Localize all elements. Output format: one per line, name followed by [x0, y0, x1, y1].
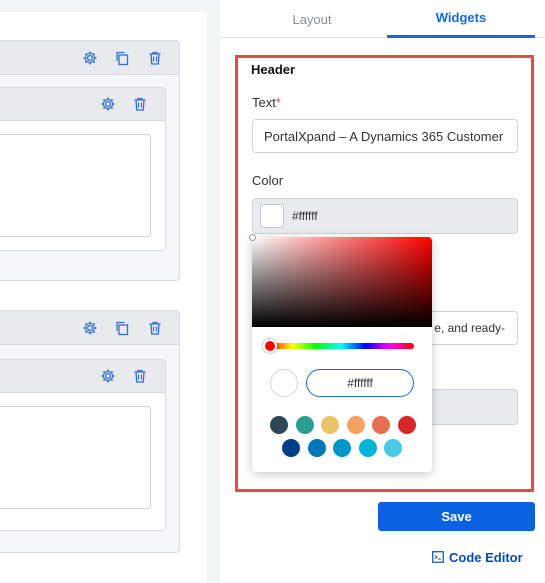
code-editor-label: Code Editor — [449, 549, 523, 565]
required-mark: * — [275, 95, 281, 110]
save-button[interactable]: Save — [378, 502, 535, 531]
preset-swatch[interactable] — [397, 416, 416, 434]
text-field-label: Text* — [252, 95, 281, 110]
section-title: Header — [251, 62, 296, 77]
preset-swatch[interactable] — [282, 439, 300, 457]
widget-card-header — [0, 88, 165, 121]
delete-icon[interactable] — [146, 319, 164, 337]
section-card-header — [0, 41, 179, 75]
preset-swatch[interactable] — [270, 416, 288, 434]
color-hex-value: #ffffff — [292, 209, 318, 223]
preset-swatch[interactable] — [346, 416, 365, 434]
saturation-handle[interactable] — [249, 234, 256, 241]
code-editor-icon — [432, 551, 444, 563]
properties-panel: Layout Widgets Header Text* PortalXpand … — [220, 0, 545, 583]
layout-canvas — [0, 12, 207, 583]
section-card — [0, 40, 180, 281]
delete-icon[interactable] — [131, 95, 149, 113]
delete-icon[interactable] — [146, 49, 164, 67]
widget-card-header — [0, 360, 165, 393]
settings-icon[interactable] — [81, 49, 99, 67]
hex-input[interactable]: #ffffff — [306, 369, 414, 397]
widget-content-area[interactable] — [0, 134, 151, 237]
tab-widgets[interactable]: Widgets — [387, 0, 535, 38]
preset-swatch[interactable] — [384, 439, 402, 457]
copy-icon[interactable] — [113, 49, 131, 67]
code-editor-link[interactable]: Code Editor — [432, 548, 523, 566]
preset-swatch[interactable] — [358, 439, 377, 457]
color-label: Color — [252, 173, 284, 188]
preset-swatch[interactable] — [321, 416, 339, 434]
settings-icon[interactable] — [99, 367, 117, 385]
section-card-header — [0, 311, 179, 345]
color-field[interactable]: #ffffff — [252, 198, 518, 234]
hue-slider[interactable] — [268, 343, 414, 349]
preset-swatch[interactable] — [333, 439, 351, 457]
text-label: Text — [252, 95, 276, 110]
preset-swatch[interactable] — [307, 439, 326, 457]
settings-icon[interactable] — [99, 95, 117, 113]
preset-swatch[interactable] — [295, 416, 314, 434]
settings-icon[interactable] — [81, 319, 99, 337]
hue-slider-handle[interactable] — [263, 339, 277, 353]
delete-icon[interactable] — [131, 367, 149, 385]
saturation-value-area[interactable] — [252, 237, 432, 327]
header-text-input[interactable]: PortalXpand – A Dynamics 365 Customer — [252, 119, 518, 153]
panel-tabs: Layout Widgets — [220, 0, 545, 38]
copy-icon[interactable] — [113, 319, 131, 337]
color-picker-popup: #ffffff — [249, 234, 432, 472]
widget-content-area[interactable] — [0, 406, 151, 509]
preset-swatch[interactable] — [372, 416, 390, 434]
tab-layout[interactable]: Layout — [240, 0, 384, 38]
widget-card — [0, 87, 166, 251]
widget-card — [0, 359, 166, 531]
section-card — [0, 310, 180, 553]
description-value: e, and ready- — [434, 321, 505, 335]
header-text-value: PortalXpand – A Dynamics 365 Customer — [264, 128, 504, 144]
color-preview — [270, 369, 298, 397]
color-swatch[interactable] — [260, 204, 284, 228]
